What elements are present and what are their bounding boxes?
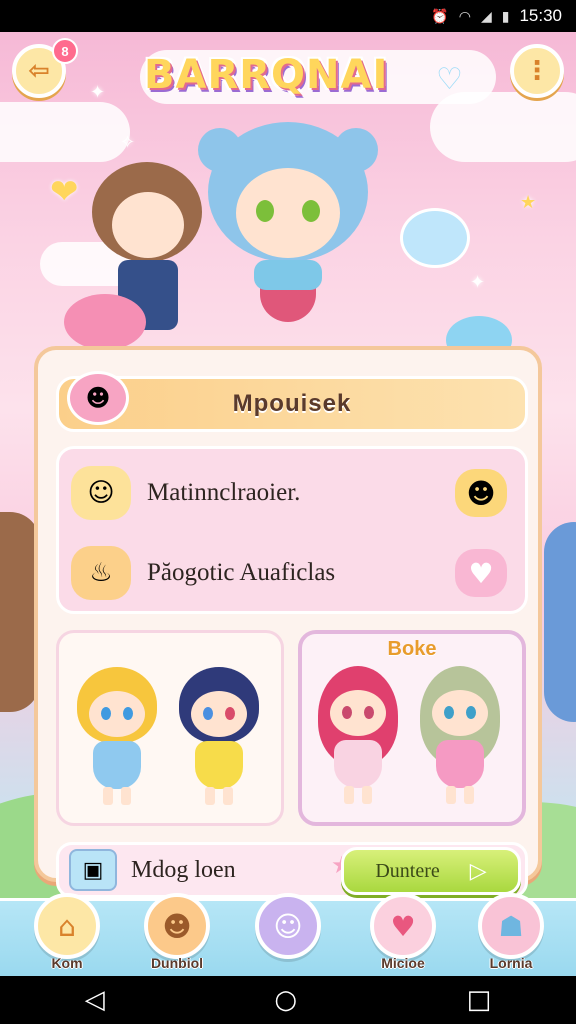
- nav-lornia[interactable]: ☗: [478, 893, 544, 959]
- character-eye: [444, 706, 454, 719]
- character-face: [112, 192, 184, 258]
- character-face: [330, 690, 386, 736]
- sparkle-icon: ✦: [90, 82, 106, 103]
- character-body: [93, 741, 141, 789]
- panel-title: Mpouisek: [232, 390, 352, 417]
- chibi-character-navy: [177, 659, 261, 809]
- cat-face-icon: ☺: [273, 909, 303, 943]
- footer-label: Mdog loen: [131, 856, 236, 883]
- character-body: [195, 741, 243, 789]
- side-character-right: [544, 522, 576, 722]
- nav-label: Dunbiol: [150, 955, 204, 971]
- chibi-character-blonde: [75, 659, 159, 809]
- character-body: [436, 740, 484, 788]
- game-logo: BARRQNAI: [144, 52, 389, 98]
- list-item-label: Matinnclraoier.: [147, 479, 301, 506]
- character-jacket: [254, 260, 322, 290]
- character-card[interactable]: [56, 630, 284, 826]
- pink-slime-icon: ☻: [67, 371, 129, 425]
- chibi-character-pink: [316, 658, 400, 808]
- yellow-slime-icon: ☺: [71, 466, 131, 520]
- list-item[interactable]: ♨ Păogotic Auaficlas ♥: [59, 533, 525, 613]
- character-eye: [302, 200, 320, 222]
- play-arrow-icon: ▷: [469, 858, 487, 884]
- nav-label: Micioe: [381, 955, 425, 971]
- chibi-character-sage: [418, 658, 502, 808]
- star-icon: ★: [520, 192, 537, 213]
- system-nav-bar: ◁ ○ □: [0, 976, 576, 1024]
- character-bun: [198, 128, 242, 172]
- bottom-nav: ⌂ Kom ☻ Dunbiol ☺ ♥ Micioe ☗ Lornia: [0, 893, 576, 976]
- character-bun: [334, 128, 378, 172]
- character-eye: [203, 707, 213, 720]
- character-eye: [256, 200, 274, 222]
- back-triangle-icon[interactable]: ◁: [85, 985, 105, 1015]
- pink-slime-icon: [64, 294, 146, 350]
- character-eye: [101, 707, 111, 720]
- character-leg: [446, 786, 456, 804]
- more-vertical-icon: ⋮: [524, 56, 550, 86]
- menu-button[interactable]: ⋮: [510, 44, 564, 98]
- list-item-label: Păogotic Auaficlas: [147, 559, 336, 586]
- nav-label: Kom: [51, 955, 83, 971]
- profile-icon: ☗: [498, 909, 524, 943]
- nav-center[interactable]: ☺: [255, 893, 321, 959]
- heart-icon: ❤: [50, 172, 79, 212]
- pink-heart-icon[interactable]: ♥: [455, 549, 507, 597]
- character-leg: [464, 786, 474, 804]
- heart-wand-icon: [400, 208, 470, 268]
- nav-home[interactable]: ⌂: [34, 893, 100, 959]
- option-list: ☺ Matinnclraoier. ☻ ♨ Păogotic Auaficlas…: [56, 446, 528, 614]
- recents-square-icon[interactable]: □: [467, 985, 492, 1015]
- character-eye: [342, 706, 352, 719]
- menu-panel: ☻ Mpouisek ☺ Matinnclraoier. ☻ ♨ Păogoti…: [34, 346, 542, 898]
- character-eye: [225, 707, 235, 720]
- status-time: 15:30: [519, 6, 562, 25]
- cloud: [0, 102, 130, 162]
- wifi-icon: ◠: [458, 7, 471, 24]
- character-leg: [121, 787, 131, 805]
- battery-icon: ▮: [501, 7, 510, 24]
- panel-header: ☻ Mpouisek: [56, 371, 528, 432]
- character-card-selected[interactable]: Boke: [298, 630, 526, 826]
- heart-icon: ♥: [390, 909, 416, 943]
- character-face: [191, 691, 247, 737]
- continue-button[interactable]: Duntere ▷: [341, 847, 521, 895]
- list-item[interactable]: ☺ Matinnclraoier. ☻: [59, 453, 525, 533]
- nav-dunbiol[interactable]: ☻: [144, 893, 210, 959]
- character-face: [89, 691, 145, 737]
- home-circle-icon[interactable]: ○: [274, 985, 297, 1015]
- house-icon: ⌂: [58, 909, 76, 943]
- signal-icon: ◢: [480, 7, 492, 24]
- character-leg: [344, 786, 354, 804]
- bear-face-icon: ☻: [162, 909, 192, 943]
- hero-character-main[interactable]: [198, 122, 378, 362]
- character-face: [432, 690, 488, 736]
- character-eye: [123, 707, 133, 720]
- alarm-icon: ⏰: [431, 7, 449, 24]
- footer-bar: ▣ Mdog loen ★ Duntere ▷: [56, 842, 528, 898]
- notification-badge: 8: [52, 38, 78, 64]
- character-face: [236, 168, 340, 258]
- character-leg: [223, 787, 233, 805]
- cake-stand-icon: ♨: [71, 546, 131, 600]
- sparkle-icon: ✧: [120, 132, 136, 153]
- character-eye: [466, 706, 476, 719]
- character-eye: [364, 706, 374, 719]
- heart-icon[interactable]: ♡: [436, 62, 463, 97]
- status-bar: ⏰ ◠ ◢ ▮ 15:30: [0, 0, 576, 32]
- character-body: [334, 740, 382, 788]
- character-leg: [205, 787, 215, 805]
- nav-micioe[interactable]: ♥: [370, 893, 436, 959]
- continue-button-label: Duntere: [375, 859, 440, 882]
- nav-label: Lornia: [489, 955, 533, 971]
- character-leg: [103, 787, 113, 805]
- game-screen: ✦ ✧ ✦ ❤ ★ ⇦ 8 BARRQNAI ♡ ⋮ ☻ Mpouisek ☺ …: [0, 32, 576, 976]
- treasure-box-icon: ▣: [69, 849, 117, 891]
- chick-icon[interactable]: ☻: [455, 469, 507, 517]
- sparkle-icon: ✦: [470, 272, 486, 293]
- back-arrow-icon: ⇦: [28, 56, 50, 86]
- character-leg: [362, 786, 372, 804]
